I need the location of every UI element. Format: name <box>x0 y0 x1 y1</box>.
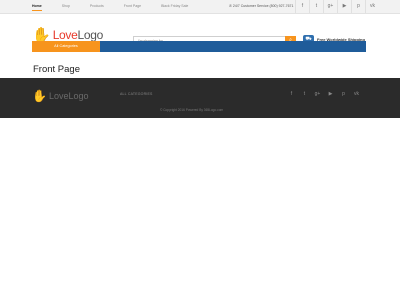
category-nav-bar: All Categories <box>32 41 366 52</box>
nav-home[interactable]: Home <box>32 0 42 13</box>
vk-icon[interactable]: vk <box>365 0 379 13</box>
hand-logo-icon: ✋ <box>32 89 47 103</box>
customer-service: ✆ 24/7 Customer Service (800) 927-7671 <box>229 0 293 13</box>
twitter-icon[interactable]: t <box>298 90 311 98</box>
social-links-top: f t g+ ▶ p vk <box>295 0 379 13</box>
social-links-footer: f t g+ ▶ p vk <box>285 90 363 98</box>
footer-categories-heading[interactable]: ALL CATEGORIES <box>120 92 153 96</box>
phone-icon: ✆ <box>229 4 232 8</box>
youtube-icon[interactable]: ▶ <box>337 0 351 13</box>
page-title: Front Page <box>33 64 80 75</box>
nav-black-friday-sale[interactable]: Black Friday Sale <box>161 0 188 13</box>
top-nav: Home Shop Products Front Page Black Frid… <box>32 0 208 13</box>
facebook-icon[interactable]: f <box>285 90 298 98</box>
youtube-icon[interactable]: ▶ <box>324 90 337 98</box>
nav-products[interactable]: Products <box>90 0 104 13</box>
footer-logo-text: LoveLogo <box>48 91 89 101</box>
all-categories-button[interactable]: All Categories <box>32 41 100 52</box>
google-plus-icon[interactable]: g+ <box>311 90 324 98</box>
pinterest-icon[interactable]: p <box>351 0 365 13</box>
vk-icon[interactable]: vk <box>350 90 363 98</box>
top-bar: Home Shop Products Front Page Black Frid… <box>0 0 400 14</box>
footer-logo[interactable]: ✋ LoveLogo <box>32 90 89 102</box>
pinterest-icon[interactable]: p <box>337 90 350 98</box>
footer: ✋ LoveLogo ALL CATEGORIES f t g+ ▶ p vk … <box>0 78 400 118</box>
facebook-icon[interactable]: f <box>295 0 309 13</box>
header: ✋ LoveLogo Customize Your Logo Now ⌕ ⛟ F… <box>0 14 400 47</box>
customer-service-text: 24/7 Customer Service (800) 927-7671 <box>232 4 294 8</box>
copyright-text: © Copyright 2016 Powered By 365Logo.com <box>160 108 224 112</box>
nav-front-page[interactable]: Front Page <box>124 0 141 13</box>
twitter-icon[interactable]: t <box>309 0 323 13</box>
nav-shop[interactable]: Shop <box>62 0 70 13</box>
google-plus-icon[interactable]: g+ <box>323 0 337 13</box>
